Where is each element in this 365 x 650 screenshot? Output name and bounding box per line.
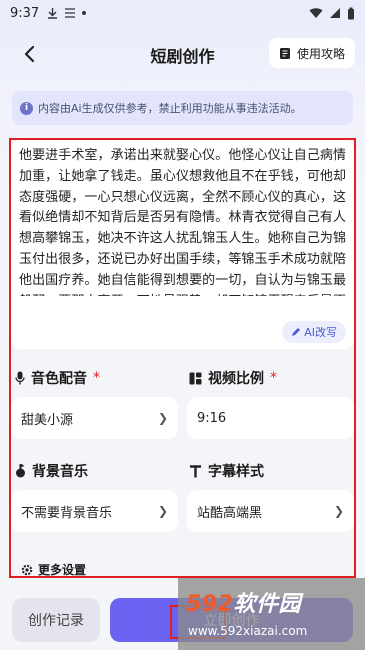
- disclaimer-notice: i 内容由Ai生成仅供参考，禁止利用功能从事违法活动。: [12, 91, 353, 125]
- music-value: 不需要背景音乐: [21, 505, 113, 521]
- book-icon: [279, 47, 290, 59]
- watermark-number: 592: [186, 592, 234, 617]
- ratio-select[interactable]: 9:16: [187, 397, 354, 439]
- music-section-label: 背景音乐: [15, 461, 88, 481]
- history-button[interactable]: 创作记录: [12, 598, 100, 642]
- ai-rewrite-label: AI改写: [304, 326, 337, 339]
- voice-section-label: 音色配音 *: [15, 368, 100, 388]
- voice-select[interactable]: 甜美小源 ❯: [11, 397, 178, 439]
- ratio-section-label: 视频比例 *: [189, 368, 277, 388]
- script-editor[interactable]: 他要进手术室，承诺出来就娶心仪。他怪心仪让自己病情加重，让她拿了钱走。虽心仪想救…: [11, 140, 354, 349]
- creation-form-panel: 他要进手术室，承诺出来就娶心仪。他怪心仪让自己病情加重，让她拿了钱走。虽心仪想救…: [9, 138, 356, 578]
- site-watermark: 592软件园 www.592xiazai.com: [178, 578, 365, 650]
- subtitle-select[interactable]: 站酷高端黑 ❯: [187, 490, 354, 532]
- status-notification-icons: [47, 7, 87, 19]
- ai-rewrite-button[interactable]: AI改写: [282, 321, 346, 343]
- watermark-url: www.592xiazai.com: [188, 624, 308, 638]
- status-system-icons: [309, 7, 355, 20]
- chevron-right-icon: ❯: [157, 411, 168, 425]
- download-icon: [48, 8, 58, 19]
- music-note-icon: [16, 464, 25, 478]
- more-settings-toggle[interactable]: 更多设置: [21, 561, 87, 577]
- info-icon: i: [20, 101, 33, 115]
- subtitle-section-label: 字幕样式: [189, 461, 264, 481]
- chevron-right-icon: ❯: [157, 504, 168, 518]
- text-style-icon: [190, 464, 201, 477]
- music-label: 背景音乐: [32, 464, 88, 480]
- battery-icon: [348, 7, 354, 19]
- status-time: 9:37: [10, 5, 40, 21]
- signal-icon: [330, 8, 340, 18]
- music-select[interactable]: 不需要背景音乐 ❯: [11, 490, 178, 532]
- nav-bar: 短剧创作 使用攻略: [0, 34, 365, 74]
- dual-arrow-icon: [65, 8, 76, 18]
- guide-label: 使用攻略: [296, 46, 345, 61]
- subtitle-value: 站酷高端黑: [197, 505, 263, 521]
- ratio-label: 视频比例: [208, 371, 264, 387]
- notice-text: 内容由Ai生成仅供参考，禁止利用功能从事违法活动。: [38, 102, 302, 115]
- pen-icon: [292, 328, 301, 336]
- ratio-value: 9:16: [197, 410, 227, 426]
- watermark-brand: 592软件园: [186, 586, 301, 618]
- voice-label: 音色配音: [31, 371, 87, 387]
- more-settings-label: 更多设置: [38, 563, 87, 577]
- status-bar: 9:37: [0, 0, 365, 26]
- watermark-brand-text: 软件园: [233, 592, 301, 617]
- subtitle-label: 字幕样式: [208, 464, 264, 480]
- voice-required-mark: *: [93, 370, 100, 386]
- chevron-right-icon: ❯: [333, 504, 344, 518]
- microphone-icon: [15, 371, 25, 385]
- script-text[interactable]: 他要进手术室，承诺出来就娶心仪。他怪心仪让自己病情加重，让她拿了钱走。虽心仪想救…: [19, 146, 346, 296]
- ratio-grid-icon: [189, 372, 202, 384]
- gear-icon: [21, 564, 33, 575]
- ratio-required-mark: *: [270, 370, 277, 386]
- dot-icon: [82, 11, 87, 15]
- voice-value: 甜美小源: [21, 412, 74, 428]
- guide-button[interactable]: 使用攻略: [268, 38, 355, 68]
- wifi-icon: [309, 8, 323, 18]
